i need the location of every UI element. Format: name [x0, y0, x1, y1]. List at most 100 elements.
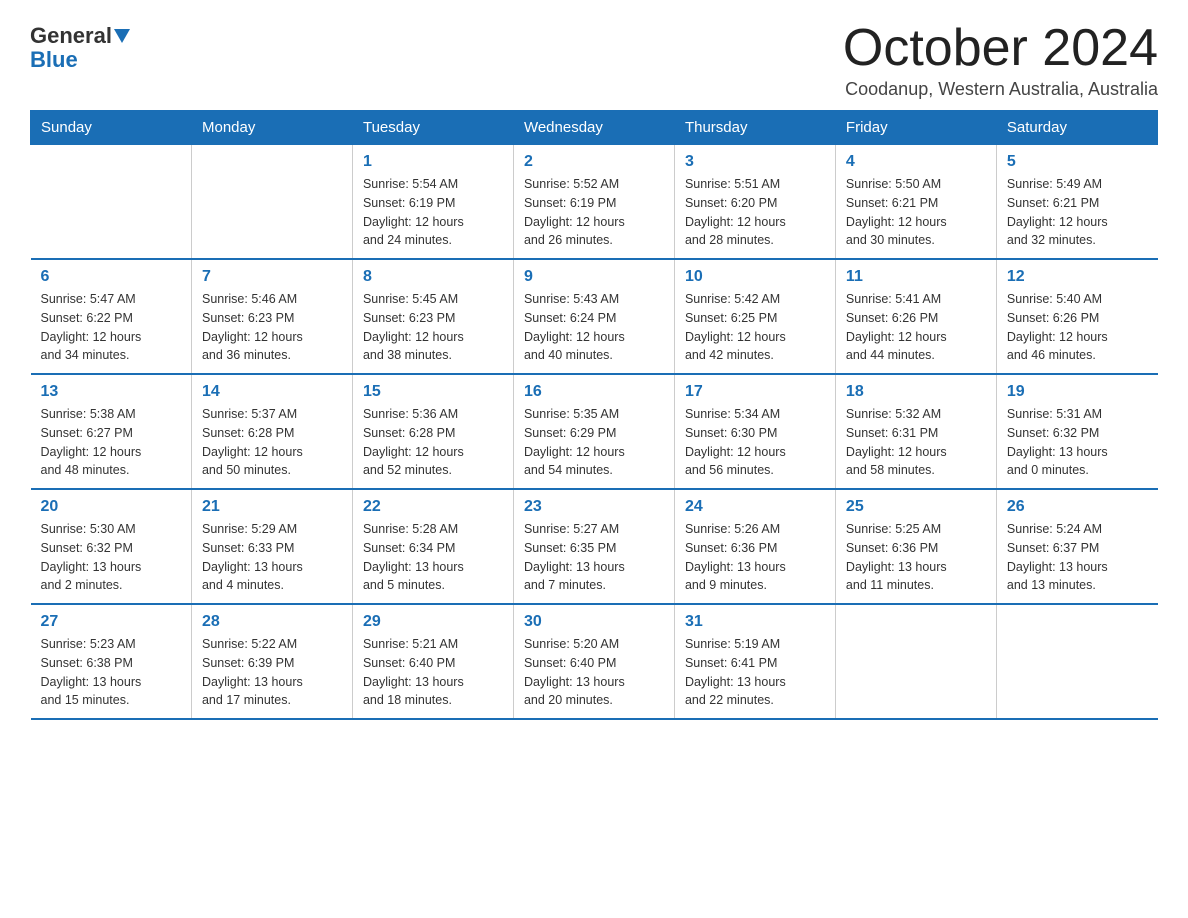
day-info: Sunrise: 5:47 AMSunset: 6:22 PMDaylight:…	[41, 290, 181, 365]
day-info: Sunrise: 5:26 AMSunset: 6:36 PMDaylight:…	[685, 520, 825, 595]
day-info: Sunrise: 5:54 AMSunset: 6:19 PMDaylight:…	[363, 175, 503, 250]
day-info: Sunrise: 5:27 AMSunset: 6:35 PMDaylight:…	[524, 520, 664, 595]
calendar-cell: 9 Sunrise: 5:43 AMSunset: 6:24 PMDaylight…	[513, 259, 674, 374]
day-info: Sunrise: 5:52 AMSunset: 6:19 PMDaylight:…	[524, 175, 664, 250]
page-header: General Blue October 2024 Coodanup, West…	[30, 20, 1158, 100]
day-info: Sunrise: 5:24 AMSunset: 6:37 PMDaylight:…	[1007, 520, 1148, 595]
calendar-cell: 24Sunrise: 5:26 AMSunset: 6:36 PMDayligh…	[674, 489, 835, 604]
calendar-cell: 15 Sunrise: 5:36 AMSunset: 6:28 PMDayligh…	[352, 374, 513, 489]
logo-text-general: General	[30, 24, 112, 48]
day-number: 28	[202, 613, 342, 631]
calendar-cell: 7Sunrise: 5:46 AMSunset: 6:23 PMDaylight…	[191, 259, 352, 374]
calendar-cell: 2 Sunrise: 5:52 AMSunset: 6:19 PMDaylight…	[513, 145, 674, 260]
day-number: 2	[524, 153, 664, 171]
day-info: Sunrise: 5:45 AMSunset: 6:23 PMDaylight:…	[363, 290, 503, 365]
calendar-cell: 22 Sunrise: 5:28 AMSunset: 6:34 PMDayligh…	[352, 489, 513, 604]
calendar-cell: 11 Sunrise: 5:41 AMSunset: 6:26 PMDayligh…	[835, 259, 996, 374]
calendar-week-5: 27 Sunrise: 5:23 AMSunset: 6:38 PMDayligh…	[31, 604, 1158, 719]
weekday-header-row: SundayMondayTuesdayWednesdayThursdayFrid…	[31, 111, 1158, 145]
calendar-cell: 27 Sunrise: 5:23 AMSunset: 6:38 PMDayligh…	[31, 604, 192, 719]
day-number: 15	[363, 383, 503, 401]
calendar-cell: 18 Sunrise: 5:32 AMSunset: 6:31 PMDayligh…	[835, 374, 996, 489]
day-info: Sunrise: 5:22 AMSunset: 6:39 PMDaylight:…	[202, 635, 342, 710]
day-info: Sunrise: 5:42 AMSunset: 6:25 PMDaylight:…	[685, 290, 825, 365]
day-info: Sunrise: 5:38 AMSunset: 6:27 PMDaylight:…	[41, 405, 181, 480]
day-number: 17	[685, 383, 825, 401]
calendar-cell: 6 Sunrise: 5:47 AMSunset: 6:22 PMDaylight…	[31, 259, 192, 374]
calendar-cell: 8 Sunrise: 5:45 AMSunset: 6:23 PMDaylight…	[352, 259, 513, 374]
logo-text-blue: Blue	[30, 48, 78, 72]
day-number: 23	[524, 498, 664, 516]
day-number: 8	[363, 268, 503, 286]
calendar-cell: 14 Sunrise: 5:37 AMSunset: 6:28 PMDayligh…	[191, 374, 352, 489]
day-number: 30	[524, 613, 664, 631]
calendar-cell: 20Sunrise: 5:30 AMSunset: 6:32 PMDayligh…	[31, 489, 192, 604]
weekday-header-wednesday: Wednesday	[513, 111, 674, 145]
day-number: 13	[41, 383, 181, 401]
day-number: 26	[1007, 498, 1148, 516]
calendar-cell: 31 Sunrise: 5:19 AMSunset: 6:41 PMDayligh…	[674, 604, 835, 719]
calendar-cell	[31, 145, 192, 260]
calendar-week-2: 6 Sunrise: 5:47 AMSunset: 6:22 PMDaylight…	[31, 259, 1158, 374]
day-number: 9	[524, 268, 664, 286]
day-number: 22	[363, 498, 503, 516]
weekday-header-monday: Monday	[191, 111, 352, 145]
day-number: 16	[524, 383, 664, 401]
calendar-cell	[996, 604, 1157, 719]
weekday-header-thursday: Thursday	[674, 111, 835, 145]
day-info: Sunrise: 5:20 AMSunset: 6:40 PMDaylight:…	[524, 635, 664, 710]
calendar-cell: 5Sunrise: 5:49 AMSunset: 6:21 PMDaylight…	[996, 145, 1157, 260]
day-number: 19	[1007, 383, 1148, 401]
calendar-cell: 28 Sunrise: 5:22 AMSunset: 6:39 PMDayligh…	[191, 604, 352, 719]
day-info: Sunrise: 5:28 AMSunset: 6:34 PMDaylight:…	[363, 520, 503, 595]
day-info: Sunrise: 5:32 AMSunset: 6:31 PMDaylight:…	[846, 405, 986, 480]
day-info: Sunrise: 5:19 AMSunset: 6:41 PMDaylight:…	[685, 635, 825, 710]
weekday-header-saturday: Saturday	[996, 111, 1157, 145]
calendar-cell: 26 Sunrise: 5:24 AMSunset: 6:37 PMDayligh…	[996, 489, 1157, 604]
calendar-cell: 30 Sunrise: 5:20 AMSunset: 6:40 PMDayligh…	[513, 604, 674, 719]
calendar-cell: 25 Sunrise: 5:25 AMSunset: 6:36 PMDayligh…	[835, 489, 996, 604]
day-number: 25	[846, 498, 986, 516]
day-number: 18	[846, 383, 986, 401]
day-number: 11	[846, 268, 986, 286]
calendar-table: SundayMondayTuesdayWednesdayThursdayFrid…	[30, 110, 1158, 720]
day-info: Sunrise: 5:43 AMSunset: 6:24 PMDaylight:…	[524, 290, 664, 365]
day-info: Sunrise: 5:37 AMSunset: 6:28 PMDaylight:…	[202, 405, 342, 480]
day-info: Sunrise: 5:30 AMSunset: 6:32 PMDaylight:…	[41, 520, 181, 595]
calendar-cell: 21Sunrise: 5:29 AMSunset: 6:33 PMDayligh…	[191, 489, 352, 604]
day-info: Sunrise: 5:49 AMSunset: 6:21 PMDaylight:…	[1007, 175, 1148, 250]
calendar-cell: 4 Sunrise: 5:50 AMSunset: 6:21 PMDaylight…	[835, 145, 996, 260]
day-number: 14	[202, 383, 342, 401]
calendar-cell: 16 Sunrise: 5:35 AMSunset: 6:29 PMDayligh…	[513, 374, 674, 489]
weekday-header-friday: Friday	[835, 111, 996, 145]
calendar-header: SundayMondayTuesdayWednesdayThursdayFrid…	[31, 111, 1158, 145]
calendar-cell: 3 Sunrise: 5:51 AMSunset: 6:20 PMDaylight…	[674, 145, 835, 260]
day-info: Sunrise: 5:40 AMSunset: 6:26 PMDaylight:…	[1007, 290, 1148, 365]
logo-triangle-icon	[114, 29, 130, 43]
day-info: Sunrise: 5:51 AMSunset: 6:20 PMDaylight:…	[685, 175, 825, 250]
day-number: 6	[41, 268, 181, 286]
day-number: 27	[41, 613, 181, 631]
day-info: Sunrise: 5:23 AMSunset: 6:38 PMDaylight:…	[41, 635, 181, 710]
day-info: Sunrise: 5:35 AMSunset: 6:29 PMDaylight:…	[524, 405, 664, 480]
calendar-cell	[191, 145, 352, 260]
calendar-cell: 12Sunrise: 5:40 AMSunset: 6:26 PMDayligh…	[996, 259, 1157, 374]
calendar-week-4: 20Sunrise: 5:30 AMSunset: 6:32 PMDayligh…	[31, 489, 1158, 604]
calendar-cell: 23 Sunrise: 5:27 AMSunset: 6:35 PMDayligh…	[513, 489, 674, 604]
day-number: 31	[685, 613, 825, 631]
logo: General Blue	[30, 20, 130, 72]
day-info: Sunrise: 5:50 AMSunset: 6:21 PMDaylight:…	[846, 175, 986, 250]
day-number: 4	[846, 153, 986, 171]
day-number: 29	[363, 613, 503, 631]
calendar-cell: 29Sunrise: 5:21 AMSunset: 6:40 PMDayligh…	[352, 604, 513, 719]
day-number: 1	[363, 153, 503, 171]
day-number: 21	[202, 498, 342, 516]
day-info: Sunrise: 5:46 AMSunset: 6:23 PMDaylight:…	[202, 290, 342, 365]
calendar-cell: 13 Sunrise: 5:38 AMSunset: 6:27 PMDayligh…	[31, 374, 192, 489]
day-info: Sunrise: 5:36 AMSunset: 6:28 PMDaylight:…	[363, 405, 503, 480]
day-info: Sunrise: 5:25 AMSunset: 6:36 PMDaylight:…	[846, 520, 986, 595]
day-info: Sunrise: 5:41 AMSunset: 6:26 PMDaylight:…	[846, 290, 986, 365]
day-number: 3	[685, 153, 825, 171]
calendar-cell: 10Sunrise: 5:42 AMSunset: 6:25 PMDayligh…	[674, 259, 835, 374]
calendar-week-1: 1 Sunrise: 5:54 AMSunset: 6:19 PMDaylight…	[31, 145, 1158, 260]
